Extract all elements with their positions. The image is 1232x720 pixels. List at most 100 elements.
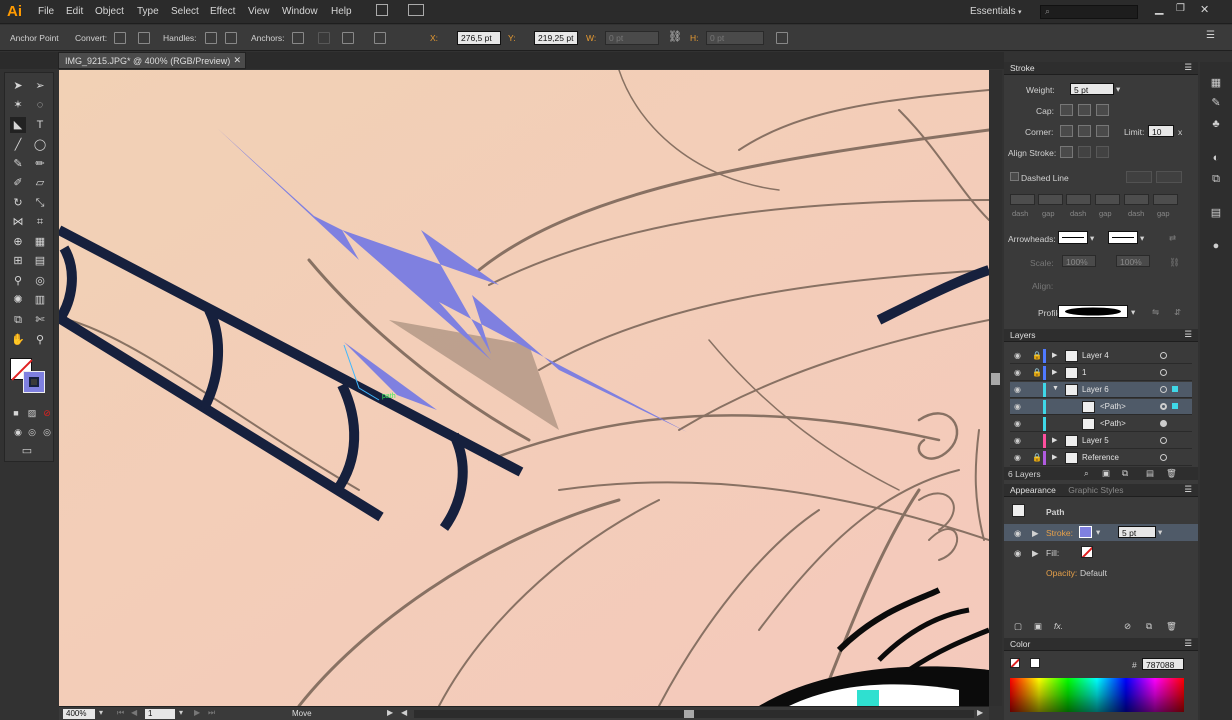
- menu-type[interactable]: Type: [137, 6, 159, 17]
- dash-field-3[interactable]: [1124, 194, 1149, 205]
- swatches-icon[interactable]: ●: [1209, 240, 1223, 254]
- artboard-field[interactable]: 1: [145, 709, 175, 719]
- profile-select[interactable]: [1058, 305, 1128, 318]
- stroke-panel-header[interactable]: Stroke ☰: [1004, 62, 1198, 75]
- gap-field-2[interactable]: [1095, 194, 1120, 205]
- menu-window[interactable]: Window: [282, 6, 318, 17]
- target-circle-icon[interactable]: [1160, 403, 1167, 410]
- stroke-weight-field[interactable]: 5 pt: [1118, 526, 1156, 538]
- end-arrowhead-dropdown-icon[interactable]: ▾: [1140, 233, 1144, 244]
- screen-mode-icon[interactable]: ▭: [19, 443, 35, 459]
- expand-triangle-icon[interactable]: ▶: [1032, 548, 1039, 559]
- visibility-eye-icon[interactable]: ◉: [1014, 385, 1021, 394]
- expand-triangle-icon[interactable]: ▶: [1052, 436, 1057, 444]
- collapse-triangle-icon[interactable]: ▼: [1052, 385, 1059, 392]
- show-handles-icon[interactable]: [205, 32, 217, 44]
- end-arrowhead-select[interactable]: [1108, 231, 1138, 244]
- gradient-tool-icon[interactable]: ▤: [32, 253, 48, 269]
- lock-icon[interactable]: 🔒: [1032, 368, 1042, 377]
- scale-field-2[interactable]: 100%: [1116, 255, 1150, 267]
- stroke-color-swatch[interactable]: [1079, 526, 1092, 538]
- color-spectrum[interactable]: [1010, 678, 1184, 712]
- none-color-icon[interactable]: [1010, 658, 1020, 668]
- h-field[interactable]: 0 pt: [706, 31, 764, 45]
- color-guide-icon[interactable]: ▦: [1209, 76, 1223, 90]
- dash-preserve-icon[interactable]: [1126, 171, 1152, 183]
- minimize-icon[interactable]: ▁: [1155, 2, 1163, 15]
- anchor-point-tool-icon[interactable]: ◣: [10, 117, 26, 133]
- color-menu-icon[interactable]: ☰: [1184, 638, 1192, 649]
- workspace-switcher[interactable]: Essentials: [970, 6, 1016, 17]
- clipping-mask-icon[interactable]: ▣: [1102, 468, 1110, 479]
- pencil-icon[interactable]: ✏: [32, 156, 48, 172]
- blob-brush-icon[interactable]: ✐: [10, 175, 26, 191]
- eraser-icon[interactable]: ▱: [32, 175, 48, 191]
- link-icon[interactable]: ⛓: [668, 30, 682, 43]
- vertical-scrollbar[interactable]: [989, 70, 1002, 706]
- align-center-icon[interactable]: [1060, 146, 1073, 158]
- target-circle-icon[interactable]: [1160, 386, 1167, 393]
- perspective-grid-icon[interactable]: ▦: [32, 234, 48, 250]
- line-tool-icon[interactable]: ╱: [10, 137, 26, 153]
- type-tool-icon[interactable]: T: [32, 117, 48, 133]
- fill-none-swatch[interactable]: [1081, 546, 1093, 558]
- menu-object[interactable]: Object: [95, 6, 124, 17]
- new-layer-icon[interactable]: ▤: [1146, 468, 1154, 479]
- layers-menu-icon[interactable]: ☰: [1184, 329, 1192, 340]
- align-inside-icon[interactable]: [1078, 146, 1091, 158]
- new-sublayer-icon[interactable]: ⧉: [1122, 468, 1128, 479]
- panel-menu-icon[interactable]: ☰: [1206, 30, 1215, 41]
- transparency-icon[interactable]: ◐: [1209, 152, 1223, 166]
- search-input[interactable]: ⌕: [1040, 5, 1138, 19]
- zoom-dropdown-icon[interactable]: ▾: [99, 708, 103, 717]
- align-outside-icon[interactable]: [1096, 146, 1109, 158]
- visibility-eye-icon[interactable]: ◉: [1014, 351, 1021, 360]
- shape-builder-icon[interactable]: ⊕: [10, 234, 26, 250]
- menu-effect[interactable]: Effect: [210, 6, 235, 17]
- lasso-icon[interactable]: ◌: [32, 97, 48, 113]
- start-arrowhead-dropdown-icon[interactable]: ▾: [1090, 233, 1094, 244]
- miter-join-icon[interactable]: [1060, 125, 1073, 137]
- start-arrowhead-select[interactable]: [1058, 231, 1088, 244]
- visibility-eye-icon[interactable]: ◉: [1014, 436, 1021, 445]
- draw-behind-icon[interactable]: ◎: [24, 424, 40, 440]
- color-panel-header[interactable]: Color ☰: [1004, 638, 1198, 651]
- hscroll-right-icon[interactable]: ▶: [977, 708, 983, 717]
- document-tab[interactable]: IMG_9215.JPG* @ 400% (RGB/Preview) ✕: [58, 52, 246, 69]
- delete-item-icon[interactable]: 🗑: [1166, 621, 1177, 632]
- zoom-tool-icon[interactable]: ⚲: [32, 332, 48, 348]
- target-circle-icon[interactable]: [1160, 420, 1167, 427]
- expand-triangle-icon[interactable]: ▶: [1052, 368, 1057, 376]
- target-circle-icon[interactable]: [1160, 454, 1167, 461]
- clear-appearance-icon[interactable]: ⊘: [1124, 621, 1131, 632]
- horizontal-scrollbar[interactable]: [414, 710, 974, 718]
- hand-tool-icon[interactable]: ✋: [10, 332, 26, 348]
- menu-view[interactable]: View: [248, 6, 270, 17]
- fill-attr-label[interactable]: Fill:: [1046, 548, 1059, 558]
- new-stroke-icon[interactable]: ▢: [1014, 621, 1022, 632]
- slice-tool-icon[interactable]: ✄: [32, 312, 48, 328]
- menu-help[interactable]: Help: [331, 6, 352, 17]
- visibility-eye-icon[interactable]: ◉: [1014, 368, 1021, 377]
- stroke-weight-dropdown-icon[interactable]: ▾: [1158, 527, 1162, 538]
- gap-field-1[interactable]: [1038, 194, 1063, 205]
- next-artboard-icon[interactable]: ▶: [194, 708, 200, 717]
- remove-anchor-icon[interactable]: [292, 32, 304, 44]
- width-tool-icon[interactable]: ⋈: [10, 214, 26, 230]
- free-transform-icon[interactable]: ⌗: [32, 214, 48, 230]
- visibility-eye-icon[interactable]: ◉: [1014, 548, 1021, 559]
- visibility-eye-icon[interactable]: ◉: [1014, 528, 1021, 539]
- layer-row[interactable]: ◉ 🔒 ▶ 1: [1010, 365, 1192, 381]
- color-mode-icon[interactable]: ■: [8, 405, 24, 421]
- close-icon[interactable]: ✕: [1200, 3, 1209, 16]
- none-mode-icon[interactable]: ⊘: [39, 405, 55, 421]
- target-circle-icon[interactable]: [1160, 369, 1167, 376]
- last-artboard-icon[interactable]: ⏭: [208, 708, 215, 718]
- w-field[interactable]: 0 pt: [605, 31, 659, 45]
- flip-profile-icon[interactable]: ⇋: [1152, 307, 1159, 318]
- round-join-icon[interactable]: [1078, 125, 1091, 137]
- gradient-mode-icon[interactable]: ▨: [24, 405, 40, 421]
- locate-object-icon[interactable]: ⌕: [1084, 468, 1089, 479]
- isolate-icon[interactable]: [776, 32, 788, 44]
- direct-selection-tool-icon[interactable]: ➢: [32, 78, 48, 94]
